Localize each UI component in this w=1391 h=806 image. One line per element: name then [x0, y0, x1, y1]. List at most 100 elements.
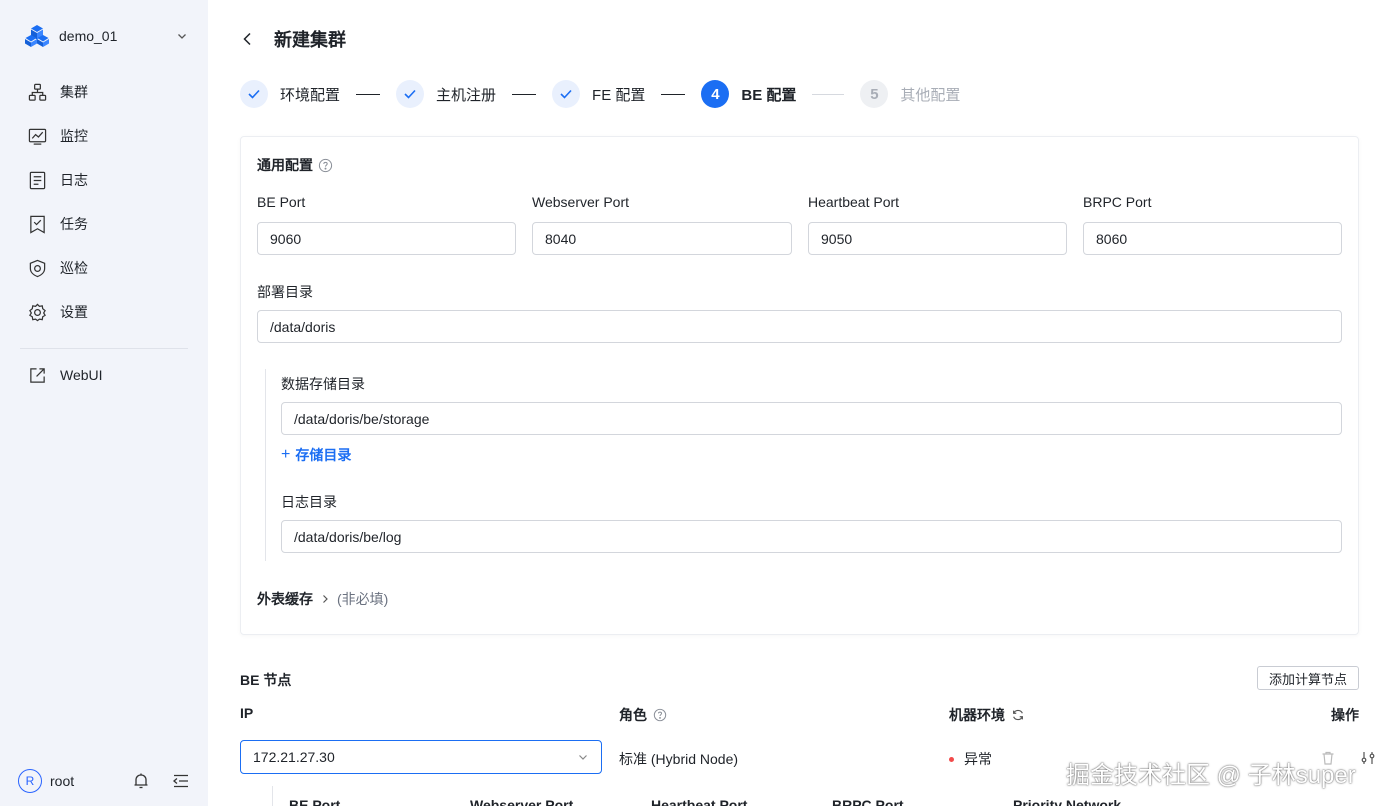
section-title: 通用配置	[257, 155, 333, 175]
brpc-port-label: BRPC Port	[1083, 194, 1152, 210]
check-icon	[248, 89, 260, 99]
ip-select[interactable]: 172.21.27.30	[240, 740, 602, 774]
log-dir-label: 日志目录	[281, 494, 337, 510]
column-header-env: 机器环境	[949, 705, 1025, 725]
sidebar-divider	[20, 348, 188, 349]
chevron-down-icon	[579, 755, 587, 760]
step-host[interactable]: 主机注册	[396, 80, 496, 108]
storage-dir-label: 数据存储目录	[281, 376, 365, 392]
step-be[interactable]: 4 BE 配置	[701, 80, 796, 108]
collapse-menu-icon[interactable]	[172, 772, 190, 790]
user-name: root	[50, 773, 75, 789]
sidebar-webui-section: WebUI	[0, 353, 208, 397]
step-label: BE 配置	[741, 86, 797, 104]
sidebar-item-label: 日志	[60, 172, 88, 188]
chevron-down-icon	[178, 34, 186, 39]
cluster-icon	[28, 83, 47, 101]
sidebar-item-label: 集群	[60, 84, 88, 100]
column-header-role-text: 角色	[619, 707, 647, 723]
column-header-role: 角色	[619, 705, 667, 725]
bell-icon[interactable]	[132, 772, 150, 790]
sidebar-item-label: WebUI	[60, 367, 103, 383]
sidebar-item-monitor[interactable]: 监控	[0, 114, 208, 158]
sub-header-heartbeat-port: Heartbeat Port	[651, 797, 748, 806]
storage-dir-input[interactable]: /data/doris/be/storage	[281, 402, 1342, 435]
project-switcher[interactable]: demo_01	[24, 24, 192, 48]
external-link-icon	[30, 367, 45, 383]
sub-header-be-port: BE Port	[289, 797, 341, 806]
cubes-logo-icon	[25, 25, 49, 47]
column-header-ops-text: 操作	[1331, 707, 1359, 723]
back-arrow-icon[interactable]	[240, 31, 256, 47]
step-connector	[512, 93, 537, 95]
sidebar-item-settings[interactable]: 设置	[0, 290, 208, 334]
step-connector	[812, 93, 845, 95]
step-done-circle	[240, 80, 268, 108]
page-header: 新建集群	[240, 26, 346, 52]
watermark: 掘金技术社区 @ 子林super	[1066, 762, 1356, 789]
node-sub-headers: BE Port Webserver Port Heartbeat Port BR…	[0, 797, 1391, 806]
gear-icon	[29, 303, 46, 321]
sidebar-item-task[interactable]: 任务	[0, 202, 208, 246]
step-number: 5	[860, 80, 889, 108]
be-port-label: BE Port	[257, 194, 306, 210]
deploy-dir-input[interactable]: /data/doris	[257, 310, 1342, 343]
check-icon	[404, 89, 416, 99]
sidebar-item-label: 巡检	[60, 260, 88, 276]
column-header-ip: IP	[240, 705, 253, 721]
step-connector	[356, 93, 381, 95]
heartbeat-port-label: Heartbeat Port	[808, 194, 900, 210]
log-dir-input[interactable]: /data/doris/be/log	[281, 520, 1342, 553]
sub-header-webserver-port: Webserver Port	[470, 797, 574, 806]
log-icon	[29, 171, 46, 189]
step-done-circle	[552, 80, 581, 108]
project-name: demo_01	[59, 28, 118, 44]
sidebar-item-label: 任务	[60, 216, 88, 232]
sub-header-brpc-port: BRPC Port	[832, 797, 904, 806]
chevron-right-icon	[323, 595, 328, 603]
step-env[interactable]: 环境配置	[240, 80, 340, 108]
status-dot	[949, 756, 954, 762]
status-badge: 异常	[949, 749, 992, 769]
sidebar-item-cluster[interactable]: 集群	[0, 70, 208, 114]
help-circle-icon[interactable]	[653, 708, 667, 722]
sidebar-item-label: 设置	[60, 304, 88, 320]
section-title-text: 通用配置	[257, 157, 313, 173]
sidebar-item-webui[interactable]: WebUI	[0, 353, 208, 397]
add-compute-node-button[interactable]: 添加计算节点	[1257, 666, 1359, 690]
help-circle-icon[interactable]	[318, 158, 333, 173]
sidebar-item-inspect[interactable]: 巡检	[0, 246, 208, 290]
inspect-icon	[29, 259, 46, 277]
sidebar: demo_01 集群 监控 日志 任务 巡检 设置 WebUI R root	[0, 0, 208, 806]
status-text: 异常	[964, 751, 992, 767]
step-fe[interactable]: FE 配置	[552, 80, 645, 108]
sidebar-item-label: 监控	[60, 128, 88, 144]
step-label: 其他配置	[900, 86, 961, 104]
add-storage-dir-button[interactable]: + 存储目录	[281, 445, 351, 465]
column-header-env-text: 机器环境	[949, 707, 1005, 723]
settings-sliders-icon[interactable]	[1360, 750, 1376, 766]
avatar[interactable]: R	[18, 769, 42, 793]
step-other[interactable]: 5 其他配置	[860, 80, 960, 108]
refresh-icon[interactable]	[1011, 708, 1025, 722]
deploy-dir-label: 部署目录	[257, 284, 313, 300]
step-number: 4	[701, 80, 730, 108]
column-header-ops: 操作	[1331, 705, 1359, 725]
step-label: 环境配置	[280, 86, 341, 104]
webserver-port-input[interactable]: 8040	[532, 222, 792, 255]
sub-header-priority-network: Priority Network	[1013, 797, 1122, 806]
be-port-input[interactable]: 9060	[257, 222, 516, 255]
sub-config-indent-line	[265, 369, 266, 561]
external-cache-label: 外表缓存	[257, 591, 313, 607]
stepper: 环境配置 主机注册 FE 配置 4 BE 配置 5 其他配置	[240, 80, 960, 108]
sidebar-item-log[interactable]: 日志	[0, 158, 208, 202]
ip-select-value: 172.21.27.30	[253, 749, 335, 765]
brpc-port-input[interactable]: 8060	[1083, 222, 1342, 255]
step-label: 主机注册	[436, 86, 497, 104]
step-done-circle	[396, 80, 425, 108]
be-nodes-title: BE 节点	[240, 672, 292, 688]
page-title: 新建集群	[274, 30, 346, 50]
step-label: FE 配置	[592, 86, 646, 104]
heartbeat-port-input[interactable]: 9050	[808, 222, 1067, 255]
external-cache-toggle[interactable]: 外表缓存 (非必填)	[257, 589, 388, 609]
